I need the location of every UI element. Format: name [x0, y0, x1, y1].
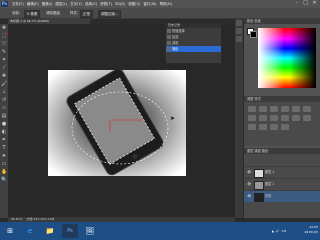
layer-thumbnail	[254, 193, 264, 202]
photos-app-icon[interactable]: 🖼	[82, 224, 98, 238]
invert-icon[interactable]	[303, 115, 311, 121]
layers-controls	[244, 154, 320, 166]
layers-panel: 图层 通道 路径 👁 图层 2 👁 图层 1 👁 背景	[244, 148, 320, 218]
layer-row[interactable]: 👁 图层 1	[244, 178, 320, 190]
bw-icon[interactable]	[259, 115, 267, 121]
layer-row[interactable]: 👁 图层 2	[244, 166, 320, 178]
posterize-icon[interactable]	[248, 124, 256, 130]
adjustments-panel: 调整 样式	[244, 96, 320, 146]
layer-thumbnail	[254, 169, 264, 178]
input-method-indicator[interactable]: CH	[282, 229, 286, 233]
selective-color-icon[interactable]	[281, 124, 289, 130]
history-panel-icon[interactable]	[236, 20, 242, 26]
visibility-eye-icon[interactable]: 👁	[246, 179, 252, 190]
layer-name: 图层 2	[265, 170, 275, 174]
history-thumb-icon	[167, 41, 171, 45]
document-info: 文档:452.1K/1.19M	[26, 217, 55, 221]
start-button[interactable]: ⊞	[2, 224, 18, 238]
bg-swatch[interactable]	[250, 31, 257, 38]
panel-icon-strip	[235, 18, 243, 218]
phone-image	[48, 70, 186, 176]
visibility-eye-icon[interactable]: 👁	[246, 167, 252, 178]
adjustments-grid	[244, 102, 320, 134]
explorer-app-icon[interactable]: 📁	[42, 224, 58, 238]
balance-icon[interactable]	[248, 115, 256, 121]
exposure-icon[interactable]	[281, 106, 289, 112]
gradient-map-icon[interactable]	[270, 124, 278, 130]
hue-icon[interactable]	[303, 106, 311, 112]
color-spectrum[interactable]	[258, 28, 316, 88]
history-thumb-icon	[167, 35, 171, 39]
taskbar: ⊞ e 📁 Ps 🖼 ▲ 🔊 CH 22:05 2015/1/5	[0, 222, 320, 240]
volume-icon[interactable]: 🔊	[276, 229, 280, 233]
clock[interactable]: 22:05 2015/1/5	[305, 225, 318, 235]
info-panel-icon[interactable]	[236, 36, 242, 42]
document-canvas[interactable]	[48, 70, 186, 176]
vibrance-icon[interactable]	[292, 106, 300, 112]
right-panels: 颜色 色板 调整 样式 图层 通道 路径 👁 图层 2 👁 图层 1 👁 背景	[244, 18, 320, 218]
mixer-icon[interactable]	[281, 115, 289, 121]
lookup-icon[interactable]	[292, 115, 300, 121]
levels-icon[interactable]	[259, 106, 267, 112]
history-thumb-icon	[167, 47, 171, 51]
ie-app-icon[interactable]: e	[22, 224, 38, 238]
mouse-cursor-icon: ➤	[170, 115, 176, 122]
zoom-level[interactable]: 66.67%	[11, 217, 22, 221]
system-tray: ▲ 🔊 CH	[272, 225, 286, 237]
history-panel: 历史记录 快速选择 加选 减选 羽化	[165, 22, 222, 64]
photoshop-app-icon[interactable]: Ps	[62, 224, 78, 238]
visibility-eye-icon[interactable]: 👁	[246, 191, 252, 202]
properties-panel-icon[interactable]	[236, 28, 242, 34]
clock-date: 2015/1/5	[304, 230, 318, 234]
layer-name: 背景	[265, 194, 272, 198]
photo-filter-icon[interactable]	[270, 115, 278, 121]
layer-row-selected[interactable]: 👁 背景	[244, 190, 320, 202]
fg-bg-swatches[interactable]	[247, 28, 257, 38]
tray-expand-icon[interactable]: ▲	[272, 229, 274, 233]
color-panel-title[interactable]: 颜色 色板	[244, 18, 320, 24]
threshold-icon[interactable]	[259, 124, 267, 130]
layer-thumbnail	[254, 181, 264, 190]
brightness-icon[interactable]	[248, 106, 256, 112]
curves-icon[interactable]	[270, 106, 278, 112]
layer-name: 图层 1	[265, 182, 275, 186]
history-thumb-icon	[167, 29, 171, 33]
history-item-selected[interactable]: 羽化	[166, 46, 221, 52]
